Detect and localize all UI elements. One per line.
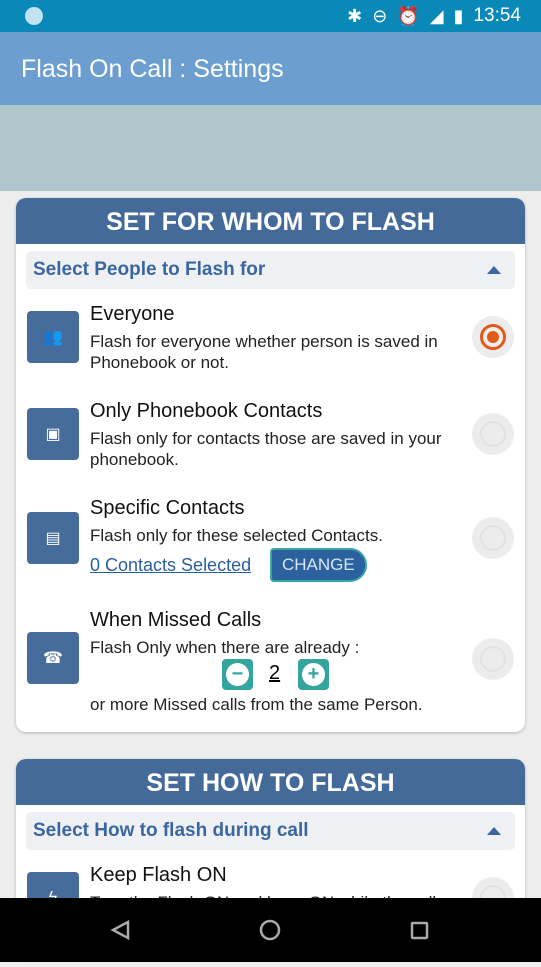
alarm-icon: ⏰: [397, 5, 420, 26]
do-not-disturb-icon: ⊖: [372, 5, 388, 26]
collapse-caret-icon[interactable]: [487, 827, 501, 835]
option-desc-2: or more Missed calls from the same Perso…: [90, 695, 423, 714]
option-title: Keep Flash ON: [90, 864, 227, 886]
home-icon[interactable]: [259, 919, 281, 941]
radio-specific[interactable]: [472, 517, 514, 559]
radio-everyone[interactable]: [472, 316, 514, 358]
option-title: Everyone: [90, 303, 175, 325]
section-label: Select How to flash during call: [33, 820, 309, 841]
back-icon[interactable]: [110, 919, 130, 941]
section-select-people[interactable]: Select People to Flash for: [26, 251, 515, 289]
bluetooth-icon: ✱: [347, 5, 363, 26]
change-button[interactable]: CHANGE: [270, 548, 367, 582]
contacts-selected-link[interactable]: 0 Contacts Selected: [90, 555, 251, 576]
people-icon: 👥: [27, 311, 79, 363]
contact-calendar-icon: ▤: [27, 512, 79, 564]
option-title: Specific Contacts: [90, 497, 245, 519]
radio-missed-calls[interactable]: [472, 638, 514, 680]
missed-count: 2: [269, 662, 281, 684]
contact-book-icon: ▣: [27, 408, 79, 460]
navigation-bar: [0, 898, 541, 962]
missed-call-icon: ☎: [27, 632, 79, 684]
collapse-caret-icon[interactable]: [487, 266, 501, 274]
decrement-button[interactable]: −: [222, 659, 253, 690]
card-header: SET HOW TO FLASH: [16, 759, 525, 805]
notification-icon: [25, 7, 43, 25]
recents-icon[interactable]: [410, 921, 429, 940]
option-title: When Missed Calls: [90, 609, 262, 631]
app-title: Flash On Call : Settings: [21, 55, 284, 83]
app-bar: Flash On Call : Settings: [0, 32, 541, 105]
increment-button[interactable]: +: [298, 659, 329, 690]
option-desc: Flash for everyone whether person is sav…: [90, 332, 438, 372]
ad-banner: [0, 105, 541, 191]
signal-icon: ◢: [429, 5, 444, 26]
section-label: Select People to Flash for: [33, 259, 266, 280]
card-whom-to-flash: SET FOR WHOM TO FLASH Select People to F…: [16, 198, 525, 732]
section-select-how[interactable]: Select How to flash during call: [26, 812, 515, 850]
radio-phonebook[interactable]: [472, 413, 514, 455]
option-desc: Flash only for these selected Contacts.: [90, 526, 383, 545]
status-bar: ✱ ⊖ ⏰ ◢ ▮ 13:54: [0, 0, 541, 32]
option-title: Only Phonebook Contacts: [90, 400, 323, 422]
option-desc: Flash only for contacts those are saved …: [90, 429, 442, 469]
battery-charging-icon: ▮: [453, 5, 464, 26]
option-desc: Flash Only when there are already :: [90, 638, 360, 657]
card-header: SET FOR WHOM TO FLASH: [16, 198, 525, 244]
clock: 13:54: [473, 5, 521, 26]
